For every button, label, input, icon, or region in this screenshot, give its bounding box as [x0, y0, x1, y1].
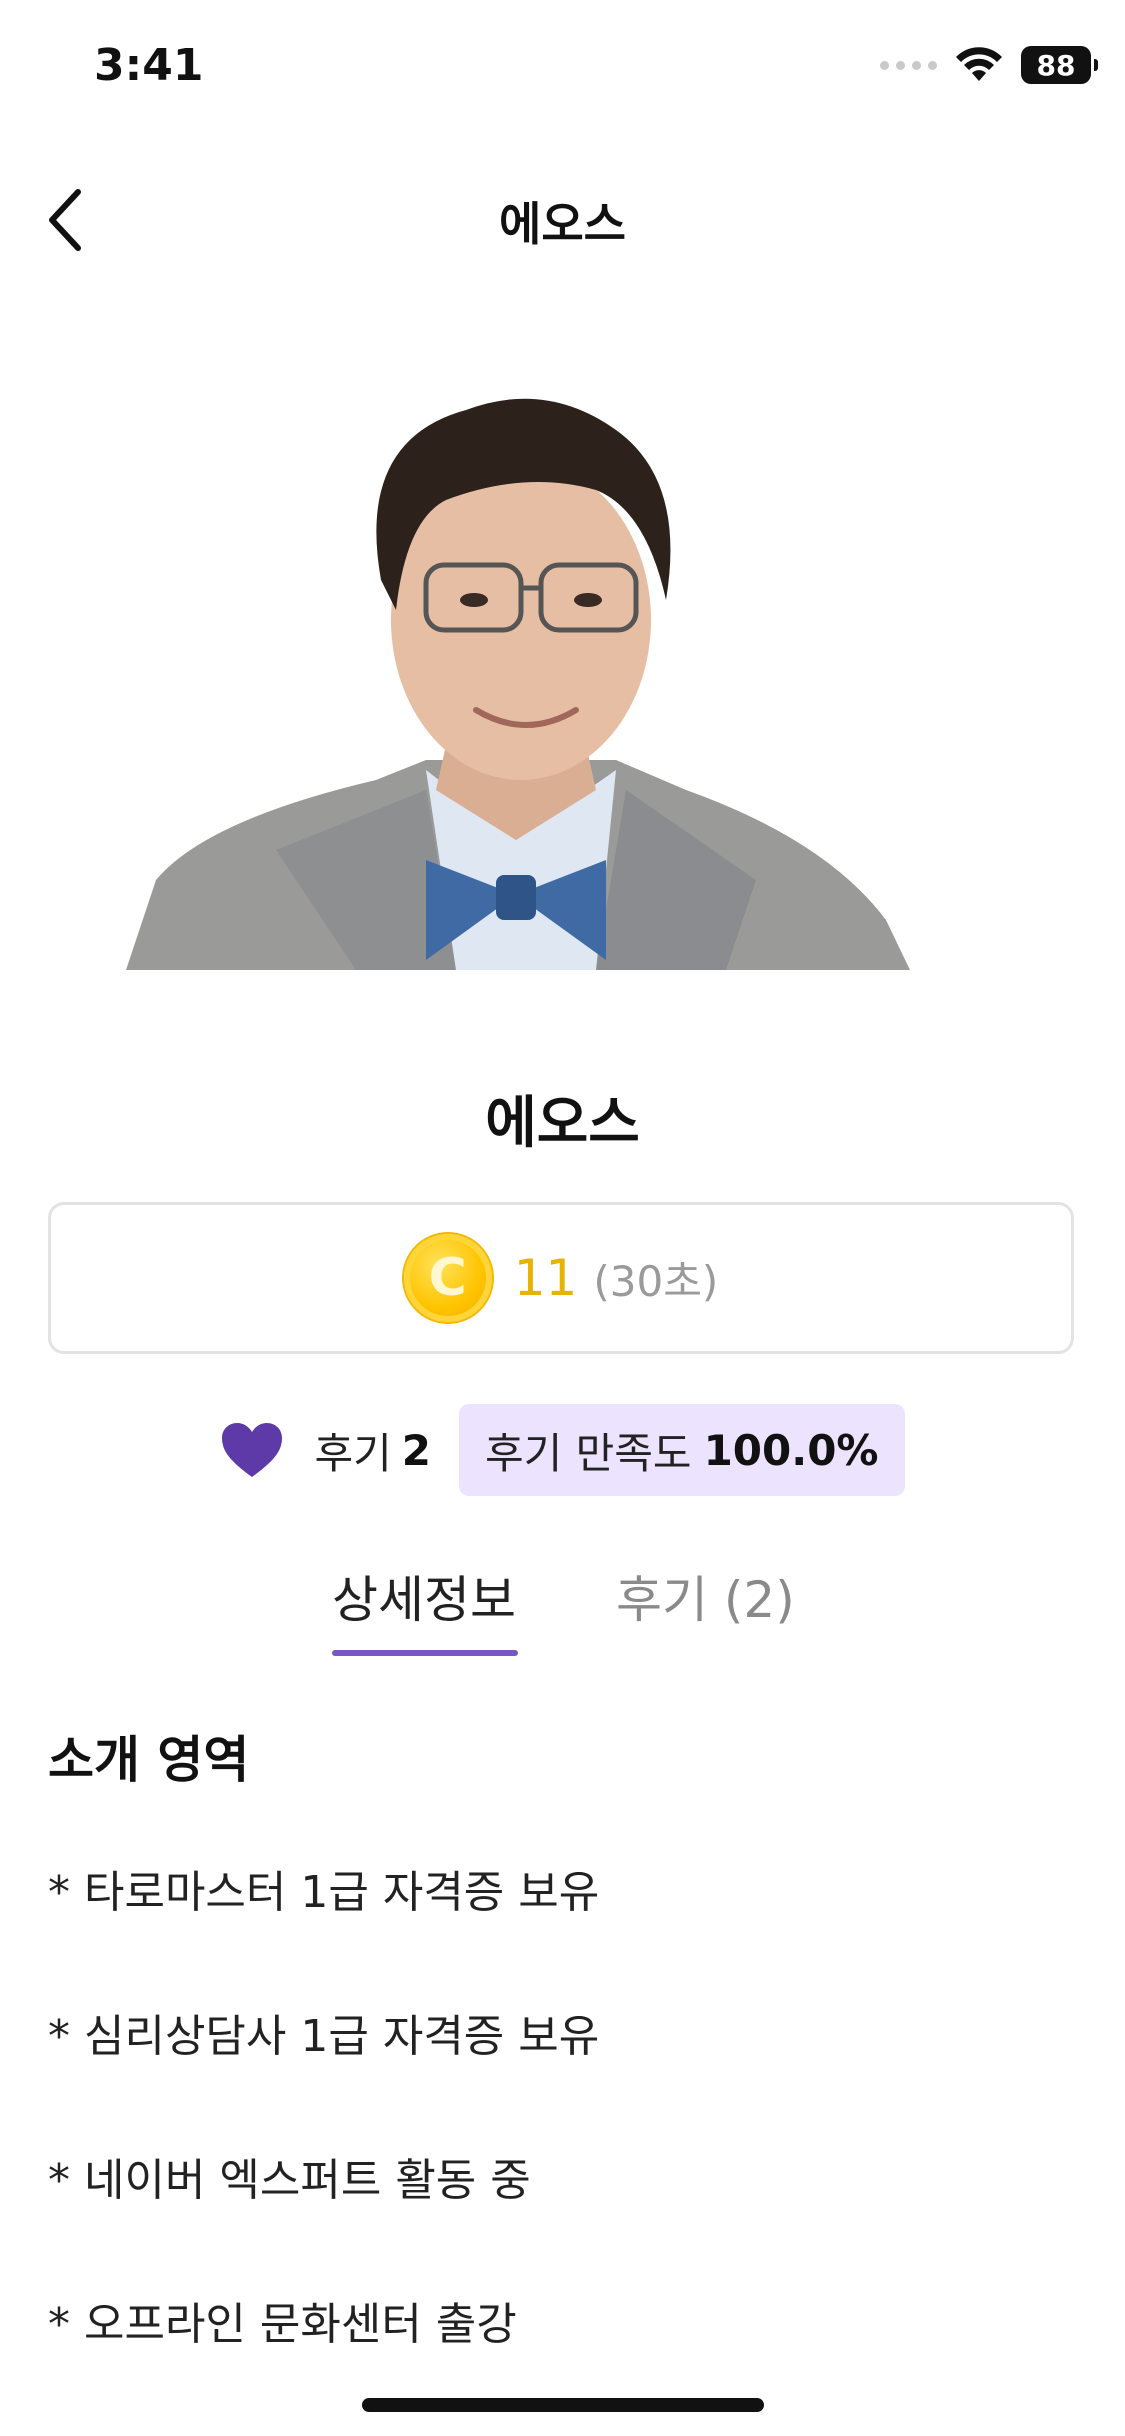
- status-time: 3:41: [94, 40, 204, 91]
- price-box: C 11 (30초): [48, 1202, 1074, 1354]
- satisfaction-label: 후기 만족도: [485, 1428, 692, 1478]
- page-title: 에오스: [499, 197, 626, 251]
- cellular-signal-icon: [880, 60, 937, 70]
- active-tab-indicator: [332, 1650, 518, 1656]
- coin-icon: C: [403, 1234, 492, 1322]
- tab-detail[interactable]: 상세정보: [332, 1560, 516, 1632]
- tab-reviews[interactable]: 후기 (2): [616, 1560, 795, 1632]
- review-count: 2: [401, 1425, 431, 1475]
- intro-item: * 심리상담사 1급 자격증 보유: [48, 2011, 600, 2062]
- profile-name: 에오스: [485, 1091, 640, 1156]
- satisfaction-value: 100.0%: [703, 1425, 879, 1475]
- battery-icon: 88: [1021, 46, 1098, 84]
- heart-icon: [220, 1421, 284, 1479]
- satisfaction-badge: 후기 만족도 100.0%: [459, 1404, 905, 1496]
- profile-photo: [126, 398, 910, 970]
- intro-item: * 네이버 엑스퍼트 활동 중: [48, 2155, 531, 2206]
- review-stats: 후기 2 후기 만족도 100.0%: [0, 1404, 1125, 1496]
- intro-title: 소개 영역: [48, 1731, 250, 1789]
- review-count-label: 후기: [314, 1428, 392, 1478]
- intro-item: * 타로마스터 1급 자격증 보유: [48, 1867, 600, 1918]
- status-icons: 88: [880, 46, 1098, 84]
- price-amount: 11: [513, 1249, 578, 1307]
- home-indicator: [362, 2398, 764, 2412]
- price-unit: (30초): [593, 1256, 719, 1306]
- wifi-icon: [956, 47, 1002, 81]
- intro-item: * 오프라인 문화센터 출강: [48, 2299, 517, 2350]
